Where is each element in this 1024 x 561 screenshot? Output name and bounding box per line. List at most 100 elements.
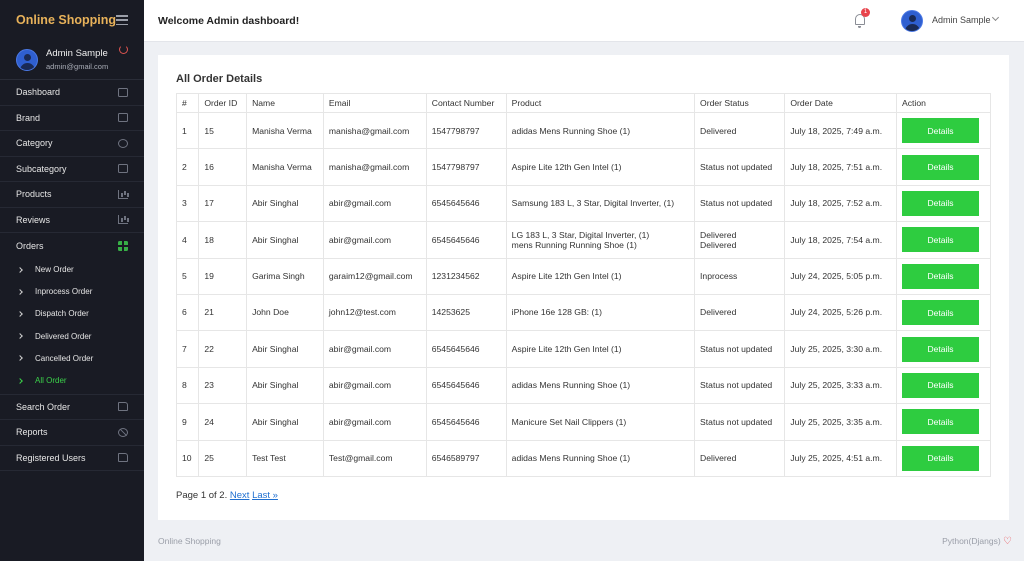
product-cell: iPhone 16e 128 GB: (1) <box>505 293 696 332</box>
table-row: 8 23 Abir Singhal abir@gmail.com 6545645646 a… <box>175 366 991 405</box>
brand-title[interactable]: Online Shopping <box>16 13 116 27</box>
folder-icon <box>118 453 128 463</box>
table-row: 7 22 Abir Singhal abir@gmail.com 6545645646 A… <box>175 330 991 368</box>
contact-number-cell: 6545645646 <box>425 330 507 368</box>
contact-number-cell: 6545645646 <box>425 403 507 441</box>
sidebar-item-label: Registered Users <box>16 452 86 463</box>
order-date-cell: July 18, 2025, 7:51 a.m. <box>784 148 897 186</box>
submenu-item-delivered-order[interactable]: Delivered Order <box>0 325 144 347</box>
sidebar-item-brand[interactable]: Brand <box>0 106 144 131</box>
submenu-item-dispatch-order[interactable]: Dispatch Order <box>0 303 144 325</box>
action-cell: Details <box>896 293 991 332</box>
sidebar-item-reviews[interactable]: Reviews <box>0 208 144 233</box>
order-status-cell: Delivered <box>694 111 786 150</box>
submenu-item-label: Dispatch Order <box>35 309 89 319</box>
orders-table: # Order ID Name Email Contact Number Product O… <box>175 93 991 477</box>
action-cell: Details <box>896 403 991 441</box>
order-id-cell: 19 <box>198 257 248 295</box>
details-button[interactable]: Details <box>902 118 979 144</box>
customer-name-cell: Abir Singhal <box>246 366 324 405</box>
table-row: 6 21 John Doe john12@test.com 14253625 iPhone… <box>175 293 991 332</box>
column-header-contact-number: Contact Number <box>425 93 507 113</box>
bar-chart-icon <box>118 189 128 199</box>
row-index-cell: 7 <box>175 330 200 368</box>
order-id-cell: 17 <box>198 184 248 223</box>
row-index-cell: 10 <box>175 439 200 477</box>
column-header-product: Product <box>505 93 696 113</box>
table-row: 9 24 Abir Singhal abir@gmail.com 6545645646 M… <box>175 403 991 441</box>
chevron-down-icon[interactable] <box>991 13 1000 22</box>
sidebar-item-category[interactable]: Category <box>0 131 144 157</box>
submenu-item-label: All Order <box>35 376 67 386</box>
sidebar-item-subcategory[interactable]: Subcategory <box>0 157 144 182</box>
order-status-cell: Delivered <box>694 439 786 477</box>
footer-right: Python(Djangs) ♡ <box>942 536 1012 547</box>
avatar <box>16 48 38 71</box>
order-id-cell: 18 <box>198 221 248 259</box>
details-button[interactable]: Details <box>902 445 979 471</box>
column-header-index: # <box>175 93 200 113</box>
details-button[interactable]: Details <box>902 300 979 326</box>
logout-icon[interactable] <box>119 45 128 54</box>
table-row: 1 15 Manisha Verma manisha@gmail.com 1547798… <box>175 111 991 150</box>
sidebar-item-label: Products <box>16 189 52 200</box>
submenu-item-new-order[interactable]: New Order <box>0 259 144 281</box>
top-header: Welcome Admin dashboard! 1 Admin Sample <box>144 0 1024 42</box>
details-button[interactable]: Details <box>902 154 979 180</box>
sidebar-item-search-order[interactable]: Search Order <box>0 395 144 421</box>
submenu-item-inprocess-order[interactable]: Inprocess Order <box>0 281 144 303</box>
row-index-cell: 8 <box>175 366 200 405</box>
orders-card: All Order Details # Order ID Name Email Cont… <box>158 55 1009 520</box>
bar-chart-icon <box>118 215 128 225</box>
product-cell: adidas Mens Running Shoe (1) <box>505 439 696 477</box>
action-cell: Details <box>896 366 991 405</box>
submenu-item-cancelled-order[interactable]: Cancelled Order <box>0 347 144 369</box>
sidebar-item-label: Search Order <box>16 401 71 412</box>
sidebar-item-dashboard[interactable]: Dashboard <box>0 80 144 106</box>
submenu-item-label: Delivered Order <box>35 331 92 341</box>
header-user-name[interactable]: Admin Sample <box>932 15 991 25</box>
header-avatar[interactable] <box>901 10 923 32</box>
customer-name-cell: Manisha Verma <box>246 148 324 186</box>
order-status-cell: Status not updated <box>694 366 786 405</box>
order-date-cell: July 24, 2025, 5:26 p.m. <box>784 293 897 332</box>
contact-number-cell: 6545645646 <box>425 366 507 405</box>
customer-name-cell: Abir Singhal <box>246 330 324 368</box>
folder-icon <box>118 402 128 412</box>
submenu-item-all-order[interactable]: All Order <box>0 369 144 391</box>
details-button[interactable]: Details <box>902 336 979 362</box>
order-id-cell: 21 <box>198 293 248 332</box>
product-cell: Manicure Set Nail Clippers (1) <box>505 403 696 441</box>
product-cell: Aspire Lite 12th Gen Intel (1) <box>505 257 696 295</box>
order-id-cell: 25 <box>198 439 248 477</box>
sidebar-item-reports[interactable]: Reports <box>0 420 144 446</box>
submenu-item-label: Cancelled Order <box>35 353 94 363</box>
notification-badge: 1 <box>861 8 870 17</box>
page-title: All Order Details <box>176 73 263 85</box>
sidebar-item-label: Reports <box>16 427 48 438</box>
order-date-cell: July 18, 2025, 7:52 a.m. <box>784 184 897 223</box>
last-page-link[interactable]: Last » <box>252 490 278 501</box>
next-page-link[interactable]: Next <box>230 490 250 501</box>
sidebar-item-registered-users[interactable]: Registered Users <box>0 446 144 472</box>
details-button[interactable]: Details <box>902 409 979 435</box>
order-id-cell: 22 <box>198 330 248 368</box>
order-date-cell: July 25, 2025, 3:30 a.m. <box>784 330 897 368</box>
row-index-cell: 5 <box>175 257 200 295</box>
details-button[interactable]: Details <box>902 372 979 398</box>
sidebar-item-label: Dashboard <box>16 87 61 98</box>
customer-email-cell: abir@gmail.com <box>322 221 427 259</box>
hamburger-menu-icon[interactable] <box>116 15 128 25</box>
customer-name-cell: Manisha Verma <box>246 111 324 150</box>
customer-email-cell: manisha@gmail.com <box>322 111 427 150</box>
sidebar-item-products[interactable]: Products <box>0 182 144 208</box>
details-button[interactable]: Details <box>902 190 979 216</box>
sidebar: Online Shopping Admin Sample admin@gmail… <box>0 0 144 561</box>
details-button[interactable]: Details <box>902 263 979 289</box>
row-index-cell: 4 <box>175 221 200 259</box>
brand-bar: Online Shopping <box>0 0 144 40</box>
sidebar-item-orders[interactable]: Orders <box>0 233 144 259</box>
details-button[interactable]: Details <box>902 227 979 253</box>
submenu-item-label: New Order <box>35 265 74 275</box>
row-index-cell: 6 <box>175 293 200 332</box>
